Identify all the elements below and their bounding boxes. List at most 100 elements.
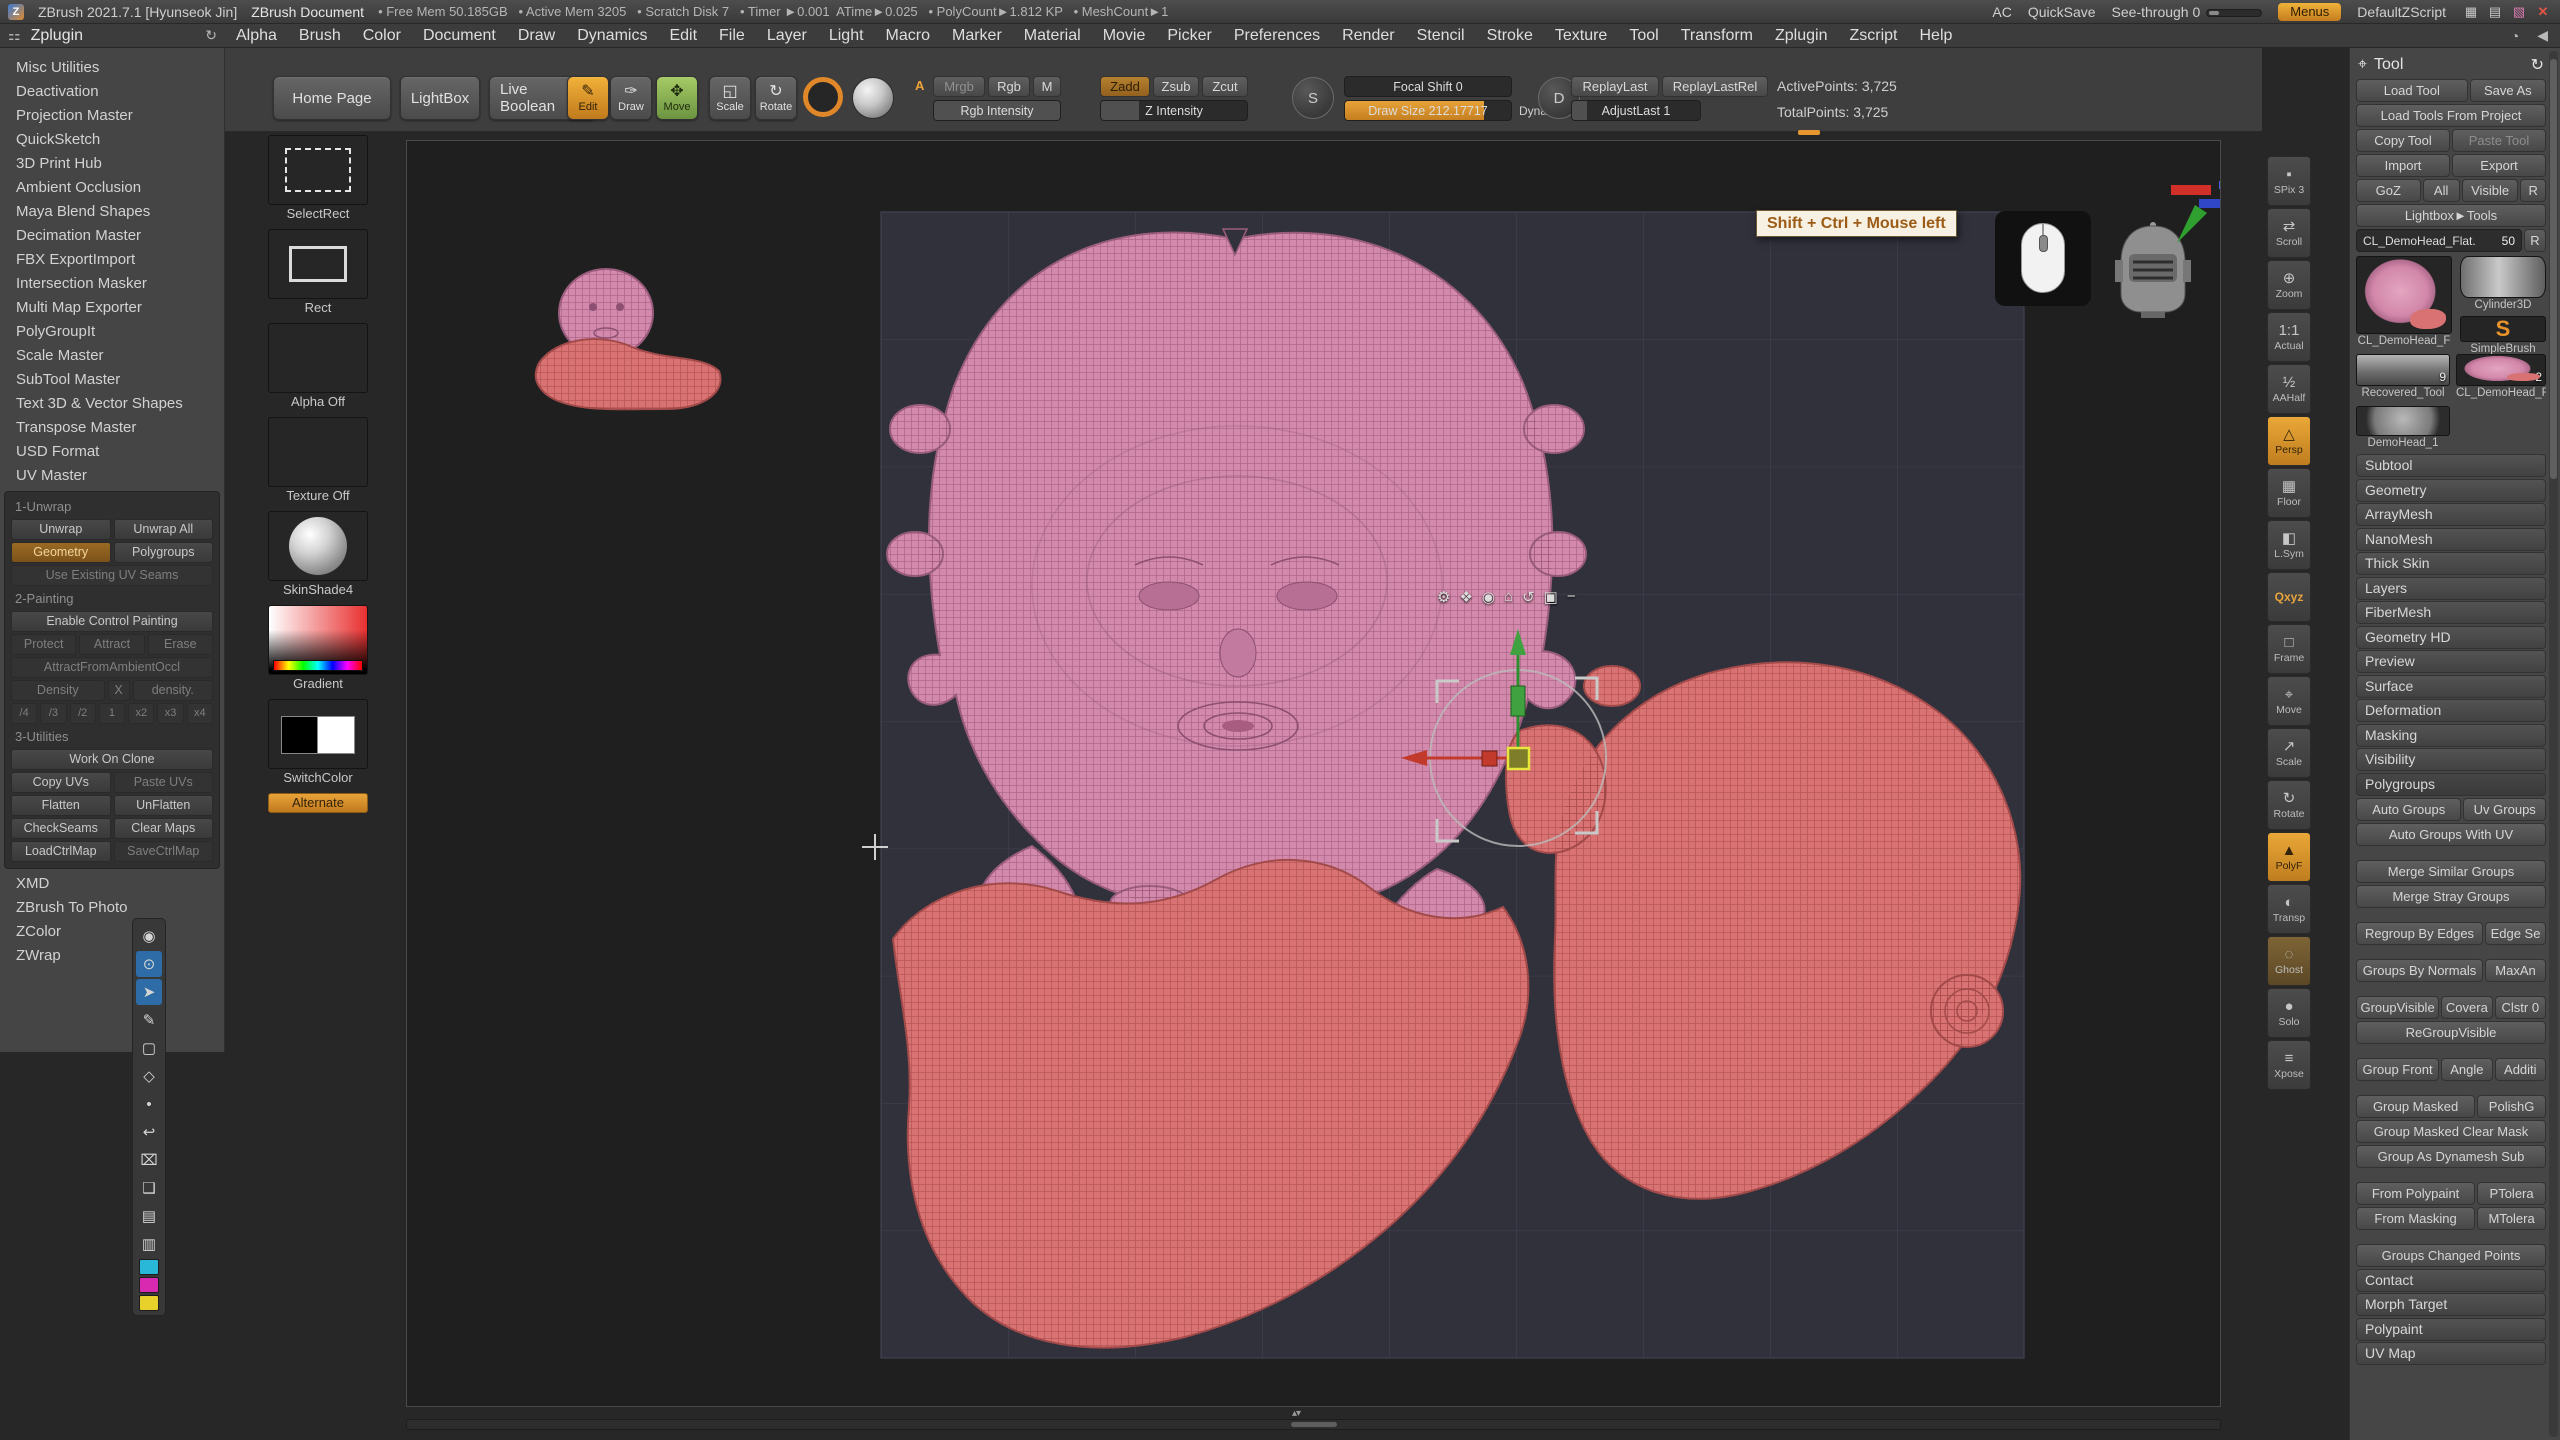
menu-macro[interactable]: Macro bbox=[875, 24, 941, 48]
adjust-last-slider[interactable]: AdjustLast 1 bbox=[1571, 100, 1701, 121]
polygroups-groups-by-normals-button[interactable]: Groups By Normals bbox=[2356, 959, 2483, 982]
undo-icon[interactable]: ↩ bbox=[136, 1119, 162, 1145]
clear-maps-button[interactable]: Clear Maps bbox=[114, 818, 214, 839]
save-ctrl-map-button[interactable]: SaveCtrlMap bbox=[114, 841, 214, 862]
move-toggle[interactable]: ⌖Move bbox=[2267, 676, 2311, 726]
rect-stroke-thumbnail[interactable] bbox=[268, 229, 368, 299]
layout-grid-icon[interactable]: ▦ bbox=[2462, 3, 2480, 21]
solo-toggle[interactable]: ●Solo bbox=[2267, 988, 2311, 1038]
qxyz-toggle[interactable]: Qxyz bbox=[2267, 572, 2311, 622]
polygroups-groupvisible-button[interactable]: GroupVisible bbox=[2356, 996, 2439, 1019]
swatch-yellow[interactable] bbox=[139, 1295, 159, 1311]
section-preview[interactable]: Preview bbox=[2356, 650, 2546, 673]
zplugin-item-usd-format[interactable]: USD Format bbox=[0, 440, 224, 464]
zplugin-item-subtool-master[interactable]: SubTool Master bbox=[0, 368, 224, 392]
section-nanomesh[interactable]: NanoMesh bbox=[2356, 528, 2546, 551]
zoom-toggle[interactable]: ⊕Zoom bbox=[2267, 260, 2311, 310]
zplugin-item-zwrap[interactable]: ZWrap bbox=[0, 944, 224, 968]
enable-control-painting-toggle[interactable]: Enable Control Painting bbox=[11, 611, 213, 632]
frame-toggle[interactable]: □Frame bbox=[2267, 624, 2311, 674]
switch-color-thumbnail[interactable] bbox=[268, 699, 368, 769]
replay-last-rel-button[interactable]: ReplayLastRel bbox=[1662, 76, 1768, 97]
rect-icon[interactable]: ▢ bbox=[136, 1035, 162, 1061]
menu-movie[interactable]: Movie bbox=[1092, 24, 1157, 48]
rotate-toggle[interactable]: ↻Rotate bbox=[2267, 780, 2311, 830]
document-canvas[interactable]: ⚙❖◉⌂↺▣− Shift + Ctrl + Mouse left bbox=[406, 140, 2221, 1407]
zplugin-item-quicksketch[interactable]: QuickSketch bbox=[0, 128, 224, 152]
cylinder3d-thumbnail[interactable]: Cylinder3D bbox=[2460, 256, 2546, 313]
export-button[interactable]: Export bbox=[2452, 154, 2546, 177]
unflatten-button[interactable]: UnFlatten bbox=[114, 795, 214, 816]
section-thick-skin[interactable]: Thick Skin bbox=[2356, 552, 2546, 575]
density-value[interactable]: density. bbox=[133, 680, 213, 701]
cl-demohead-f-thumbnail[interactable]: CL_DemoHead_F bbox=[2356, 256, 2452, 349]
menu-brush[interactable]: Brush bbox=[288, 24, 352, 48]
menu-render[interactable]: Render bbox=[1331, 24, 1405, 48]
zcut-toggle[interactable]: Zcut bbox=[1202, 76, 1248, 97]
polygroups-auto-groups-with-uv-button[interactable]: Auto Groups With UV bbox=[2356, 823, 2546, 846]
zplugin-item-scale-master[interactable]: Scale Master bbox=[0, 344, 224, 368]
section-surface[interactable]: Surface bbox=[2356, 675, 2546, 698]
swatch-magenta[interactable] bbox=[139, 1277, 159, 1293]
menu-layer[interactable]: Layer bbox=[756, 24, 818, 48]
work-on-clone-button[interactable]: Work On Clone bbox=[11, 749, 213, 770]
polygroups-group-masked-button[interactable]: Group Masked bbox=[2356, 1095, 2475, 1118]
section-morph-target[interactable]: Morph Target bbox=[2356, 1293, 2546, 1316]
copy-tool-button[interactable]: Copy Tool bbox=[2356, 129, 2450, 152]
polygroups-mtolera-button[interactable]: MTolera bbox=[2477, 1207, 2546, 1230]
zplugin-item-polygroupit[interactable]: PolyGroupIt bbox=[0, 320, 224, 344]
save-as-button[interactable]: Save As bbox=[2470, 79, 2546, 102]
polygroups-regroupvisible-button[interactable]: ReGroupVisible bbox=[2356, 1021, 2546, 1044]
gizmo-lock-icon[interactable]: ▣ bbox=[1544, 588, 1558, 606]
xpose-toggle[interactable]: ≡Xpose bbox=[2267, 1040, 2311, 1090]
dock-icon[interactable]: ⚏ bbox=[8, 27, 21, 44]
recovered-tool-thumbnail[interactable]: 9Recovered_Tool bbox=[2356, 354, 2450, 401]
eye-icon[interactable]: ⊙ bbox=[136, 951, 162, 977]
menu-color[interactable]: Color bbox=[352, 24, 412, 48]
stroke-ring-icon[interactable] bbox=[803, 77, 843, 117]
gizmo-gear-icon[interactable]: ⚙ bbox=[1437, 588, 1450, 606]
zplugin-item-transpose-master[interactable]: Transpose Master bbox=[0, 416, 224, 440]
polygroups-uv-groups-button[interactable]: Uv Groups bbox=[2463, 798, 2546, 821]
menu-material[interactable]: Material bbox=[1013, 24, 1092, 48]
transp-toggle[interactable]: ◐Transp bbox=[2267, 884, 2311, 934]
scroll-arrows-icon[interactable]: ▴▾ bbox=[1292, 1408, 1300, 1419]
material-thumbnail[interactable] bbox=[268, 511, 368, 581]
polygroups-polishg-button[interactable]: PolishG bbox=[2477, 1095, 2546, 1118]
uvmaster-mult-1-button[interactable]: 1 bbox=[99, 703, 125, 724]
mrgb-toggle[interactable]: Mrgb bbox=[933, 76, 985, 97]
attract-from-ambient-occlusion-button[interactable]: AttractFromAmbientOccl bbox=[11, 657, 213, 678]
polygroups-toggle[interactable]: Polygroups bbox=[114, 542, 214, 563]
zplugin-item-xmd[interactable]: XMD bbox=[0, 872, 224, 896]
clipboard-icon[interactable]: ▥ bbox=[136, 1231, 162, 1257]
palette-icon[interactable]: ▧ bbox=[2510, 3, 2528, 21]
lightbox-button[interactable]: LightBox bbox=[400, 76, 480, 120]
polygroups-from-polypaint-button[interactable]: From Polypaint bbox=[2356, 1182, 2475, 1205]
density-x-toggle[interactable]: X bbox=[108, 680, 130, 701]
menu-transform[interactable]: Transform bbox=[1670, 24, 1764, 48]
z-intensity-slider[interactable]: Z Intensity bbox=[1100, 100, 1248, 121]
zplugin-refresh-icon[interactable]: ↻ bbox=[205, 27, 217, 44]
polygroups-ptolera-button[interactable]: PTolera bbox=[2477, 1182, 2546, 1205]
lightbox-tools-button[interactable]: Lightbox►Tools bbox=[2356, 204, 2546, 227]
polygroups-clstr-0-button[interactable]: Clstr 0 bbox=[2495, 996, 2546, 1019]
zsub-toggle[interactable]: Zsub bbox=[1153, 76, 1199, 97]
gizmo-nodes-icon[interactable]: ❖ bbox=[1459, 588, 1472, 606]
persp-toggle[interactable]: △Persp bbox=[2267, 416, 2311, 466]
actual-toggle[interactable]: 1:1Actual bbox=[2267, 312, 2311, 362]
rgb-intensity-slider[interactable]: Rgb Intensity bbox=[933, 100, 1061, 121]
zplugin-item-zcolor[interactable]: ZColor bbox=[0, 920, 224, 944]
section-layers[interactable]: Layers bbox=[2356, 577, 2546, 600]
aahalf-toggle[interactable]: ½AAHalf bbox=[2267, 364, 2311, 414]
zplugin-item-fbx-exportimport[interactable]: FBX ExportImport bbox=[0, 248, 224, 272]
goz-visible-button[interactable]: Visible bbox=[2462, 179, 2519, 202]
menu-picker[interactable]: Picker bbox=[1156, 24, 1222, 48]
menu-light[interactable]: Light bbox=[818, 24, 875, 48]
swatch-cyan[interactable] bbox=[139, 1259, 159, 1275]
sculptris-pro-icon[interactable]: S bbox=[1292, 77, 1334, 119]
default-zscript-button[interactable]: DefaultZScript bbox=[2357, 4, 2446, 20]
section-deformation[interactable]: Deformation bbox=[2356, 699, 2546, 722]
checkseams-button[interactable]: CheckSeams bbox=[11, 818, 111, 839]
zadd-toggle[interactable]: Zadd bbox=[1100, 76, 1150, 97]
quicksave-button[interactable]: QuickSave bbox=[2028, 4, 2096, 20]
